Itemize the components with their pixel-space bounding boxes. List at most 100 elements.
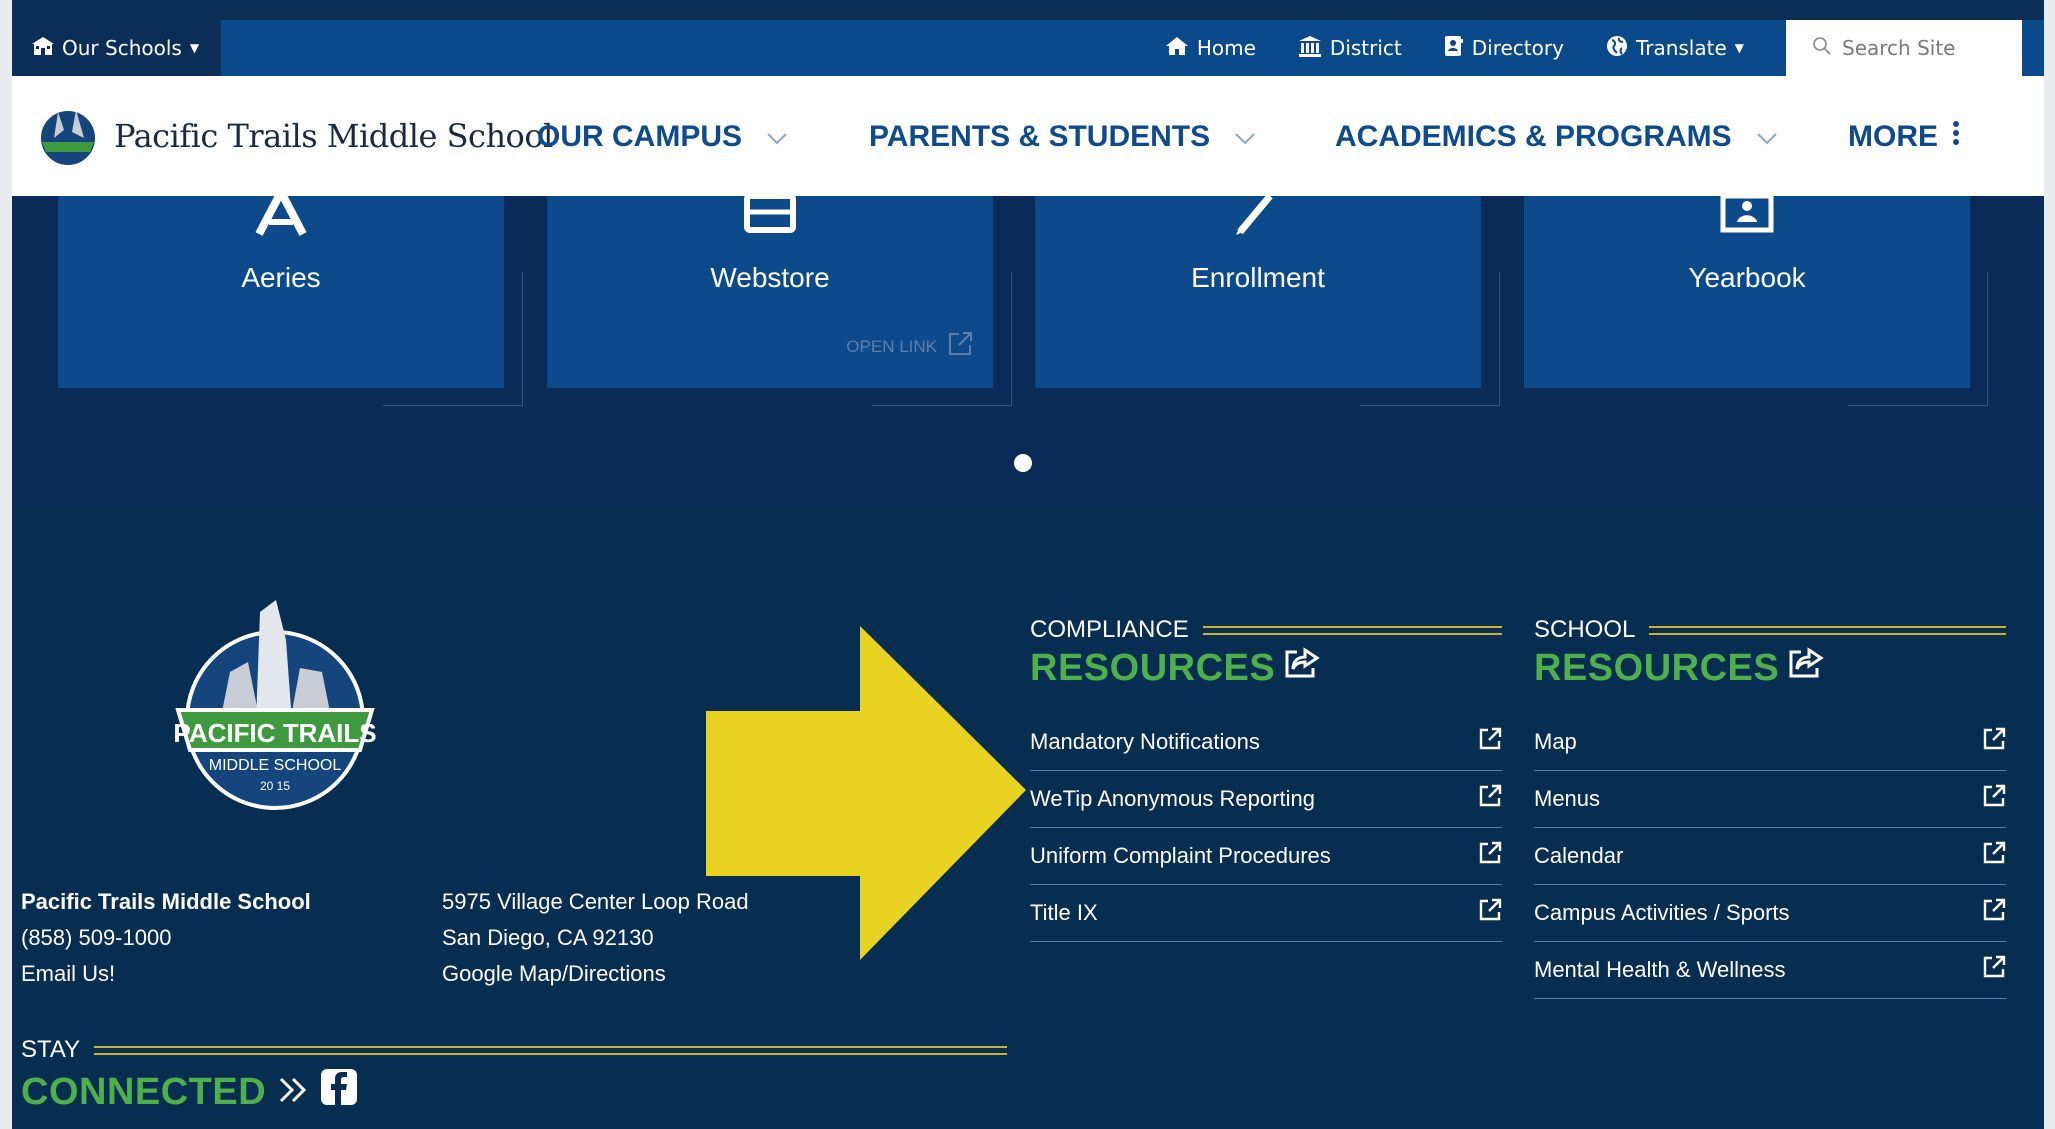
utility-bar-end — [2022, 20, 2044, 76]
search-input[interactable]: Search Site — [1842, 36, 1955, 60]
external-link-icon — [1478, 898, 1502, 928]
carousel-dot[interactable] — [1014, 454, 1032, 472]
card-aeries-label: Aeries — [241, 262, 321, 293]
footer-logo-sub-text: MIDDLE SCHOOL — [209, 757, 342, 774]
school-resources: SCHOOL RESOURCES Map Menus Calendar Camp… — [1534, 616, 2006, 999]
home-label: Home — [1196, 36, 1256, 60]
translate-label: Translate — [1635, 36, 1727, 60]
facebook-icon[interactable] — [320, 1068, 358, 1116]
school-link-campus-activities[interactable]: Campus Activities / Sports — [1534, 885, 2006, 942]
open-link-text: OPEN LINK — [846, 336, 937, 356]
share-icon — [1787, 646, 1825, 690]
search-box[interactable]: Search Site — [1786, 20, 2022, 76]
footer-address-line2: San Diego, CA 92130 — [442, 925, 654, 950]
directory-link[interactable]: Directory — [1444, 35, 1564, 62]
card-enrollment[interactable]: Enrollment — [1035, 193, 1481, 388]
our-schools-dropdown[interactable]: Our Schools ▼ — [12, 20, 221, 76]
nav-more-label: MORE — [1848, 120, 1938, 153]
compliance-heading-big: RESOURCES — [1030, 646, 1276, 689]
compliance-resources: COMPLIANCE RESOURCES Mandatory Notificat… — [1030, 616, 1502, 942]
district-link[interactable]: District — [1298, 35, 1402, 62]
school-link-menus[interactable]: Menus — [1534, 771, 2006, 828]
school-link-map[interactable]: Map — [1534, 714, 2006, 771]
nav-more[interactable]: MORE — [1848, 120, 1960, 154]
compliance-link-wetip[interactable]: WeTip Anonymous Reporting — [1030, 771, 1502, 828]
nav-parents-students-label: PARENTS & STUDENTS — [869, 120, 1211, 153]
footer-map-link[interactable]: Google Map/Directions — [442, 956, 749, 992]
gold-rule — [94, 1045, 1007, 1055]
school-resources-heading-big: RESOURCES — [1534, 646, 1780, 689]
list-item-label: Menus — [1534, 786, 1601, 811]
compliance-link-uniform-complaint[interactable]: Uniform Complaint Procedures — [1030, 828, 1502, 885]
caret-down-icon: ▼ — [189, 41, 200, 55]
chevron-down-icon — [766, 120, 788, 154]
translate-dropdown[interactable]: Translate ▼ — [1606, 35, 1744, 62]
share-icon — [1283, 646, 1321, 690]
external-link-icon — [1478, 841, 1502, 871]
home-icon — [1165, 36, 1189, 61]
gold-rule — [1202, 625, 1502, 635]
card-enrollment-label: Enrollment — [1191, 262, 1325, 293]
list-item-label: Calendar — [1534, 843, 1624, 868]
card-webstore-label: Webstore — [710, 262, 830, 293]
compliance-heading-small: COMPLIANCE — [1030, 616, 1189, 643]
gold-rule — [1649, 625, 2006, 635]
external-link-icon — [1478, 727, 1502, 757]
globe-icon — [1606, 35, 1628, 62]
footer-contact: Pacific Trails Middle School (858) 509-1… — [21, 884, 311, 992]
double-chevron-right-icon — [278, 1071, 308, 1114]
aeries-a-icon — [254, 183, 308, 240]
card-webstore[interactable]: Webstore OPEN LINK — [547, 193, 993, 388]
main-nav: Pacific Trails Middle School OUR CAMPUS … — [12, 76, 2044, 196]
card-yearbook[interactable]: Yearbook — [1524, 193, 1970, 388]
site-name: Pacific Trails Middle School — [114, 117, 553, 155]
list-item-label: Uniform Complaint Procedures — [1030, 843, 1331, 868]
footer-phone[interactable]: (858) 509-1000 — [21, 920, 311, 956]
footer-address: 5975 Village Center Loop Road San Diego,… — [442, 884, 749, 992]
open-link-hint: OPEN LINK — [846, 331, 973, 362]
nav-academics-programs[interactable]: ACADEMICS & PROGRAMS — [1335, 120, 1778, 154]
site-footer: PACIFIC TRAILS MIDDLE SCHOOL 20 15 Pacif… — [12, 506, 2044, 1129]
footer-address-line1: 5975 Village Center Loop Road — [442, 889, 749, 914]
directory-book-icon — [1444, 35, 1464, 62]
card-aeries[interactable]: Aeries — [58, 183, 504, 388]
site-logo-link[interactable]: Pacific Trails Middle School — [36, 98, 553, 174]
card-yearbook-label: Yearbook — [1688, 262, 1806, 293]
list-item-label: WeTip Anonymous Reporting — [1030, 786, 1315, 811]
yearbook-icon — [1717, 192, 1777, 240]
external-link-icon — [947, 331, 973, 362]
compliance-link-mandatory-notifications[interactable]: Mandatory Notifications — [1030, 714, 1502, 771]
caret-down-icon: ▼ — [1734, 41, 1744, 55]
external-link-icon — [1982, 727, 2006, 757]
external-link-icon — [1982, 784, 2006, 814]
footer-logo-main-text: PACIFIC TRAILS — [173, 718, 376, 748]
compliance-link-title-ix[interactable]: Title IX — [1030, 885, 1502, 942]
quick-links-carousel: Aeries Webstore OPEN LINK Enrollment Yea… — [12, 183, 2044, 506]
vertical-dots-icon — [1952, 120, 1960, 154]
list-item-label: Mental Health & Wellness — [1534, 957, 1786, 982]
school-resources-heading-small: SCHOOL — [1534, 616, 1636, 643]
list-item-label: Title IX — [1030, 900, 1098, 925]
chevron-down-icon — [1234, 120, 1256, 154]
home-link[interactable]: Home — [1165, 36, 1256, 61]
pencil-icon — [1226, 192, 1290, 240]
list-item-label: Map — [1534, 729, 1577, 754]
school-link-mental-health[interactable]: Mental Health & Wellness — [1534, 942, 2006, 999]
footer-email-link[interactable]: Email Us! — [21, 956, 311, 992]
annotation-arrow — [706, 626, 1026, 970]
nav-our-campus-label: OUR CAMPUS — [537, 120, 743, 153]
directory-label: Directory — [1471, 36, 1564, 60]
external-link-icon — [1478, 784, 1502, 814]
school-building-icon — [32, 36, 54, 61]
list-item-label: Campus Activities / Sports — [1534, 900, 1790, 925]
utility-bar: Our Schools ▼ Home District Directory Tr… — [12, 20, 2044, 76]
school-resources-list: Map Menus Calendar Campus Activities / S… — [1534, 714, 2006, 999]
utility-links: Home District Directory Translate ▼ Sear… — [1165, 20, 2044, 76]
footer-logo-year-text: 20 15 — [260, 779, 290, 793]
school-link-calendar[interactable]: Calendar — [1534, 828, 2006, 885]
nav-our-campus[interactable]: OUR CAMPUS — [537, 120, 788, 154]
list-item-label: Mandatory Notifications — [1030, 729, 1260, 754]
compliance-list: Mandatory Notifications WeTip Anonymous … — [1030, 714, 1502, 942]
nav-parents-students[interactable]: PARENTS & STUDENTS — [869, 120, 1256, 154]
page-frame: Our Schools ▼ Home District Directory Tr… — [12, 0, 2044, 1129]
